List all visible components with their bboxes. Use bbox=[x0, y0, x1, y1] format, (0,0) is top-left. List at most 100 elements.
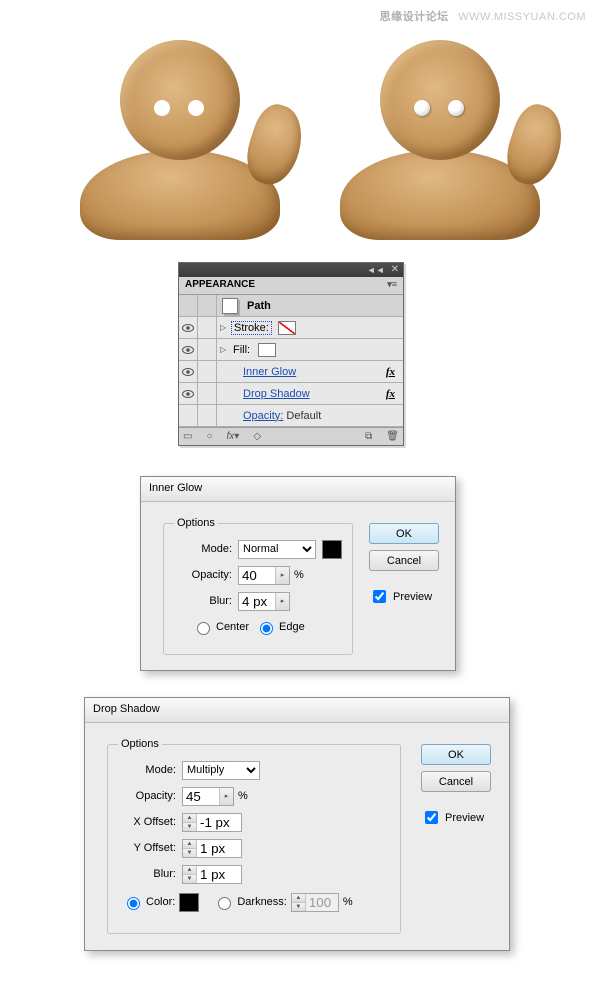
visibility-icon[interactable] bbox=[179, 383, 198, 405]
step-up-icon[interactable]: ▲ bbox=[183, 866, 196, 875]
appearance-item-fill[interactable]: ▷ Fill: bbox=[179, 339, 403, 361]
visibility-icon[interactable] bbox=[179, 317, 198, 339]
duplicate-icon[interactable]: ⧉ bbox=[365, 431, 372, 442]
dropdown-icon[interactable]: ▸ bbox=[275, 593, 289, 610]
dialog-title: Inner Glow bbox=[141, 477, 455, 502]
clear-icon[interactable]: ○ bbox=[206, 431, 212, 442]
drop-shadow-link[interactable]: Drop Shadow bbox=[239, 388, 310, 400]
opacity-unit: % bbox=[294, 569, 304, 581]
opacity-value: Default bbox=[286, 410, 321, 422]
visibility-icon[interactable] bbox=[179, 339, 198, 361]
step-up-icon[interactable]: ▲ bbox=[183, 840, 196, 849]
opacity-link[interactable]: Opacity: bbox=[243, 410, 283, 422]
clear-appearance-icon[interactable]: ◇ bbox=[253, 431, 261, 442]
appearance-item-path[interactable]: Path bbox=[179, 295, 403, 317]
trash-icon[interactable]: 🗑 bbox=[386, 431, 399, 442]
opacity-label: Opacity: bbox=[174, 569, 232, 581]
step-up-icon[interactable]: ▲ bbox=[183, 814, 196, 823]
mode-label: Mode: bbox=[174, 543, 232, 555]
mode-select[interactable]: Normal bbox=[238, 540, 316, 559]
opacity-unit: % bbox=[238, 790, 248, 802]
close-icon[interactable]: ✕ bbox=[391, 265, 399, 275]
dropdown-icon[interactable]: ▸ bbox=[275, 567, 289, 584]
panel-tab[interactable]: APPEARANCE ▾≡ bbox=[179, 277, 403, 295]
dialog-title: Drop Shadow bbox=[85, 698, 509, 723]
drop-shadow-dialog: Drop Shadow Options Mode: Multiply Opaci… bbox=[84, 697, 510, 951]
spacer bbox=[198, 383, 217, 405]
opacity-label: Opacity: bbox=[118, 790, 176, 802]
color-swatch[interactable] bbox=[322, 540, 342, 559]
yoffset-label: Y Offset: bbox=[118, 842, 176, 854]
color-swatch[interactable] bbox=[179, 893, 199, 912]
panel-footer: ▭ ○ fx▾ ◇ ⧉ 🗑 bbox=[179, 427, 403, 445]
spacer bbox=[198, 405, 217, 427]
xoffset-input[interactable]: ▲▼ bbox=[182, 813, 242, 832]
step-down-icon[interactable]: ▼ bbox=[183, 875, 196, 883]
spacer bbox=[198, 295, 217, 317]
preview-checkbox[interactable]: Preview bbox=[369, 587, 439, 606]
darkness-input: ▲▼ bbox=[291, 893, 339, 912]
preview-checkbox[interactable]: Preview bbox=[421, 808, 491, 827]
appearance-item-inner-glow[interactable]: Inner Glow fx bbox=[179, 361, 403, 383]
opacity-input[interactable]: ▸ bbox=[182, 787, 234, 806]
blur-input[interactable]: ▸ bbox=[238, 592, 290, 611]
appearance-item-drop-shadow[interactable]: Drop Shadow fx bbox=[179, 383, 403, 405]
spacer bbox=[179, 295, 198, 317]
spacer bbox=[198, 361, 217, 383]
spacer bbox=[198, 339, 217, 361]
options-legend: Options bbox=[118, 738, 162, 750]
xoffset-label: X Offset: bbox=[118, 816, 176, 828]
expand-icon[interactable]: ▷ bbox=[217, 323, 227, 332]
ok-button[interactable]: OK bbox=[421, 744, 491, 765]
visibility-icon[interactable] bbox=[179, 361, 198, 383]
expand-icon[interactable]: ▷ bbox=[217, 345, 227, 354]
dropdown-icon[interactable]: ▸ bbox=[219, 788, 233, 805]
illustration-area bbox=[0, 40, 600, 240]
inner-glow-dialog: Inner Glow Options Mode: Normal Opacity:… bbox=[140, 476, 456, 671]
blur-input[interactable]: ▲▼ bbox=[182, 865, 242, 884]
fx-menu-icon[interactable]: fx▾ bbox=[227, 431, 240, 442]
edge-radio[interactable]: Edge bbox=[255, 619, 305, 635]
cancel-button[interactable]: Cancel bbox=[369, 550, 439, 571]
darkness-unit: % bbox=[343, 896, 353, 908]
stroke-swatch-none[interactable] bbox=[278, 321, 296, 335]
gingerbread-before bbox=[60, 40, 310, 220]
options-group: Options Mode: Normal Opacity: ▸ % Blur: … bbox=[163, 517, 353, 655]
mode-label: Mode: bbox=[118, 764, 176, 776]
cancel-button[interactable]: Cancel bbox=[421, 771, 491, 792]
path-label: Path bbox=[243, 300, 271, 312]
mode-select[interactable]: Multiply bbox=[182, 761, 260, 780]
appearance-item-stroke[interactable]: ▷ Stroke: bbox=[179, 317, 403, 339]
watermark-url: WWW.MISSYUAN.COM bbox=[458, 11, 586, 23]
fx-icon[interactable]: fx bbox=[386, 366, 395, 378]
ok-button[interactable]: OK bbox=[369, 523, 439, 544]
spacer bbox=[179, 405, 198, 427]
stroke-label: Stroke: bbox=[231, 321, 272, 335]
options-legend: Options bbox=[174, 517, 218, 529]
fill-swatch[interactable] bbox=[258, 343, 276, 357]
yoffset-input[interactable]: ▲▼ bbox=[182, 839, 242, 858]
new-art-icon[interactable]: ▭ bbox=[183, 431, 192, 442]
inner-glow-link[interactable]: Inner Glow bbox=[239, 366, 296, 378]
appearance-item-opacity[interactable]: Opacity: Default bbox=[179, 405, 403, 427]
blur-label: Blur: bbox=[118, 868, 176, 880]
panel-header: ◄◄ ✕ bbox=[179, 263, 403, 277]
panel-menu-icon[interactable]: ▾≡ bbox=[387, 279, 397, 294]
path-thumb-icon bbox=[222, 298, 238, 314]
spacer bbox=[198, 317, 217, 339]
darkness-radio[interactable]: Darkness: bbox=[213, 894, 287, 910]
blur-label: Blur: bbox=[174, 595, 232, 607]
fill-label: Fill: bbox=[231, 344, 252, 356]
appearance-panel: ◄◄ ✕ APPEARANCE ▾≡ Path ▷ Stroke: ▷ Fill… bbox=[178, 262, 404, 446]
collapse-icon[interactable]: ◄◄ bbox=[367, 266, 385, 275]
gingerbread-after bbox=[320, 40, 570, 220]
color-radio[interactable]: Color: bbox=[122, 894, 175, 910]
watermark: 思缘设计论坛 WWW.MISSYUAN.COM bbox=[380, 8, 586, 24]
center-radio[interactable]: Center bbox=[192, 619, 249, 635]
options-group: Options Mode: Multiply Opacity: ▸ % X Of… bbox=[107, 738, 401, 934]
step-down-icon[interactable]: ▼ bbox=[183, 823, 196, 831]
step-down-icon[interactable]: ▼ bbox=[183, 849, 196, 857]
watermark-cn: 思缘设计论坛 bbox=[380, 11, 449, 23]
fx-icon[interactable]: fx bbox=[386, 388, 395, 400]
opacity-input[interactable]: ▸ bbox=[238, 566, 290, 585]
